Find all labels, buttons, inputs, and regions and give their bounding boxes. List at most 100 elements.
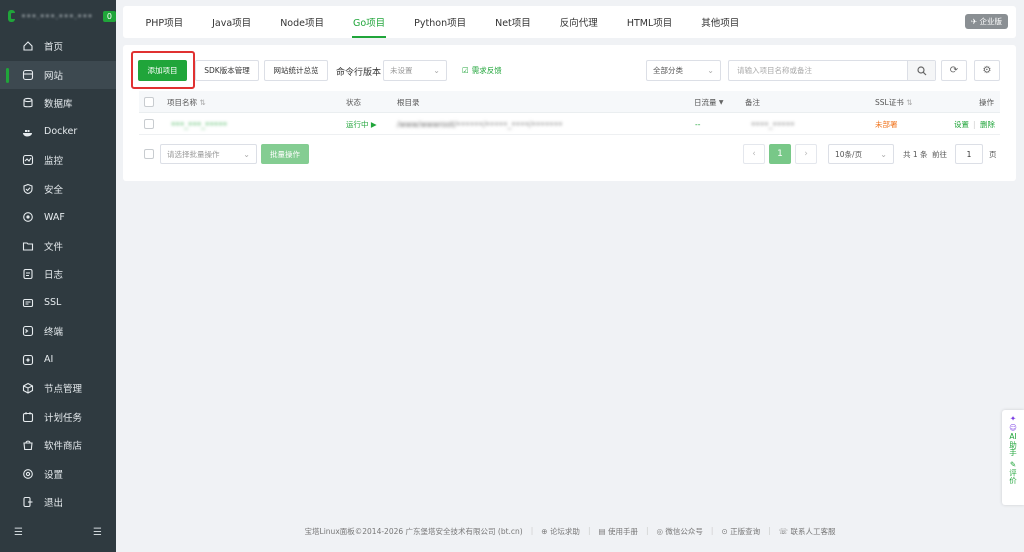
sidebar-item[interactable]: 终端 <box>0 317 116 346</box>
sidebar-item[interactable]: 监控 <box>0 146 116 175</box>
ai-icon <box>22 354 34 366</box>
row-checkbox[interactable] <box>144 119 154 129</box>
page-unit: 页 <box>989 150 997 159</box>
project-panel: 添加项目 SDK版本管理 网站统计总览 命令行版本 未设置 ⌄ ☑ 需求反馈 全部分… <box>123 45 1016 181</box>
table-row: •••_•••_••••• 运行中 ▶ /www/wwwroot/••••••/… <box>139 113 1000 135</box>
sidebar-header: •••.•••.•••.••• 0 <box>0 0 116 32</box>
gear-icon[interactable]: ⚙ <box>974 60 1000 81</box>
sidebar-item-label: 设置 <box>44 469 64 481</box>
prev-page-button[interactable]: ‹ <box>743 144 765 164</box>
goto-page-input[interactable]: 1 <box>955 144 983 164</box>
category-value: 全部分类 <box>653 66 683 75</box>
select-all-checkbox[interactable] <box>144 97 154 107</box>
license-label: 正版查询 <box>730 527 761 536</box>
tab[interactable]: Python项目 <box>400 6 481 38</box>
sidebar-item[interactable]: 软件商店 <box>0 431 116 460</box>
ssl-status[interactable]: 未部署 <box>875 113 898 135</box>
cmd-version-value: 未设置 <box>390 66 413 75</box>
footer-divider: | <box>530 526 534 535</box>
sidebar-item-label: 节点管理 <box>44 384 83 396</box>
sidebar-item[interactable]: 网站 <box>0 60 116 89</box>
notification-badge[interactable]: 0 <box>102 10 116 22</box>
col-traffic[interactable]: 日流量 ▼ <box>694 91 724 113</box>
tab[interactable]: 反向代理 <box>545 6 612 38</box>
project-tabs: PHP项目 Java项目 Node项目 Go项目 Python项目 Net项目 反向代理 HT… <box>123 6 1016 38</box>
chevron-down-icon: ⌄ <box>243 149 250 159</box>
headset-icon: ☏ <box>778 527 789 536</box>
collapse-icon[interactable]: ☰ <box>14 527 23 538</box>
next-page-button[interactable]: › <box>795 144 817 164</box>
chevron-down-icon: ⌄ <box>880 149 887 159</box>
sidebar-item-label: 监控 <box>44 156 64 168</box>
project-name[interactable]: •••_•••_••••• <box>171 113 227 135</box>
page-size-select[interactable]: 10条/页 ⌄ <box>828 144 894 164</box>
search-icon[interactable] <box>907 61 935 80</box>
tab[interactable]: Java项目 <box>198 6 266 38</box>
search-input[interactable]: 请输入项目名称或备注 <box>729 61 907 80</box>
sidebar-item[interactable]: Docker <box>0 118 116 147</box>
sidebar-item[interactable]: 退出 <box>0 488 116 517</box>
log-icon <box>22 268 34 280</box>
manual-link[interactable]: ▤ 使用手册 <box>598 526 637 537</box>
col-traffic-label: 日流量 <box>694 97 717 107</box>
chevron-down-icon: ⌄ <box>433 66 440 75</box>
col-ssl[interactable]: SSL证书 ⇅ <box>875 91 912 113</box>
sidebar-item[interactable]: SSL <box>0 289 116 318</box>
wechat-link[interactable]: ◎ 微信公众号 <box>656 526 702 537</box>
sidebar-item[interactable]: WAF <box>0 203 116 232</box>
enterprise-badge[interactable]: ✈ 企业版 <box>964 14 1008 29</box>
wechat-label: 微信公众号 <box>665 527 703 536</box>
sidebar-item[interactable]: 日志 <box>0 260 116 289</box>
col-name[interactable]: 项目名称 ⇅ <box>167 91 206 113</box>
root-path[interactable]: /www/wwwroot/••••••/•••••_••••/••••••• <box>397 113 563 135</box>
node-icon <box>22 382 34 394</box>
tab[interactable]: Node项目 <box>266 6 339 38</box>
wechat-icon: ◎ <box>656 527 664 536</box>
sdk-manage-button[interactable]: SDK版本管理 <box>195 60 259 81</box>
main-content: PHP项目 Java项目 Node项目 Go项目 Python项目 Net项目 反向代理 HT… <box>116 0 1024 552</box>
tab[interactable]: HTML项目 <box>612 6 686 38</box>
cmd-version-select[interactable]: 未设置 ⌄ <box>383 60 447 81</box>
add-project-button[interactable]: 添加项目 <box>138 60 187 81</box>
sidebar-item[interactable]: 文件 <box>0 232 116 261</box>
tab[interactable]: 其他项目 <box>687 6 754 38</box>
tab[interactable]: Go项目 <box>338 6 399 38</box>
sidebar-item[interactable]: AI <box>0 346 116 375</box>
ai-helper-widget[interactable]: ✦ ☺ AI 助手 ✎ 评价 <box>1002 410 1024 505</box>
category-select[interactable]: 全部分类 ⌄ <box>646 60 721 81</box>
status-badge[interactable]: 运行中 ▶ <box>346 113 377 135</box>
sidebar-item-label: Docker <box>44 126 78 138</box>
sidebar-item-label: 文件 <box>44 241 64 253</box>
site-stats-button[interactable]: 网站统计总览 <box>264 60 328 81</box>
license-link[interactable]: ⊙ 正版查询 <box>721 526 760 537</box>
play-icon: ▶ <box>370 119 377 129</box>
waf-icon <box>22 211 34 223</box>
traffic-value: -- <box>695 119 701 129</box>
tab[interactable]: PHP项目 <box>131 6 198 38</box>
sidebar-item[interactable]: 数据库 <box>0 89 116 118</box>
manual-label: 使用手册 <box>607 527 638 536</box>
forum-link[interactable]: ⊕ 论坛求助 <box>541 526 580 537</box>
sidebar-item[interactable]: 首页 <box>0 32 116 61</box>
sidebar-item[interactable]: 节点管理 <box>0 374 116 403</box>
remark-value[interactable]: ••••_••••• <box>751 113 795 135</box>
menu-icon[interactable]: ☰ <box>93 527 102 538</box>
batch-op-button[interactable]: 批量操作 <box>261 144 309 164</box>
book-icon: ▤ <box>598 527 606 536</box>
sidebar-item[interactable]: 设置 <box>0 460 116 489</box>
sidebar-item[interactable]: 计划任务 <box>0 403 116 432</box>
sort-down-icon: ▼ <box>718 98 724 106</box>
feedback-link[interactable]: ☑ 需求反馈 <box>462 65 502 76</box>
footer-divider: | <box>587 526 591 535</box>
page-number[interactable]: 1 <box>769 144 791 164</box>
footer-divider: | <box>768 526 771 535</box>
globe-icon <box>22 69 34 81</box>
support-link[interactable]: ☏ 联系人工客服 <box>779 526 836 537</box>
bottom-select-checkbox[interactable] <box>144 149 154 159</box>
refresh-icon[interactable]: ⟳ <box>941 60 967 81</box>
delete-link[interactable]: 删除 <box>980 113 995 135</box>
tab[interactable]: Net项目 <box>481 6 546 38</box>
sidebar-item[interactable]: 安全 <box>0 175 116 204</box>
batch-op-select[interactable]: 请选择批量操作 ⌄ <box>160 144 257 164</box>
settings-link[interactable]: 设置 <box>954 113 969 135</box>
